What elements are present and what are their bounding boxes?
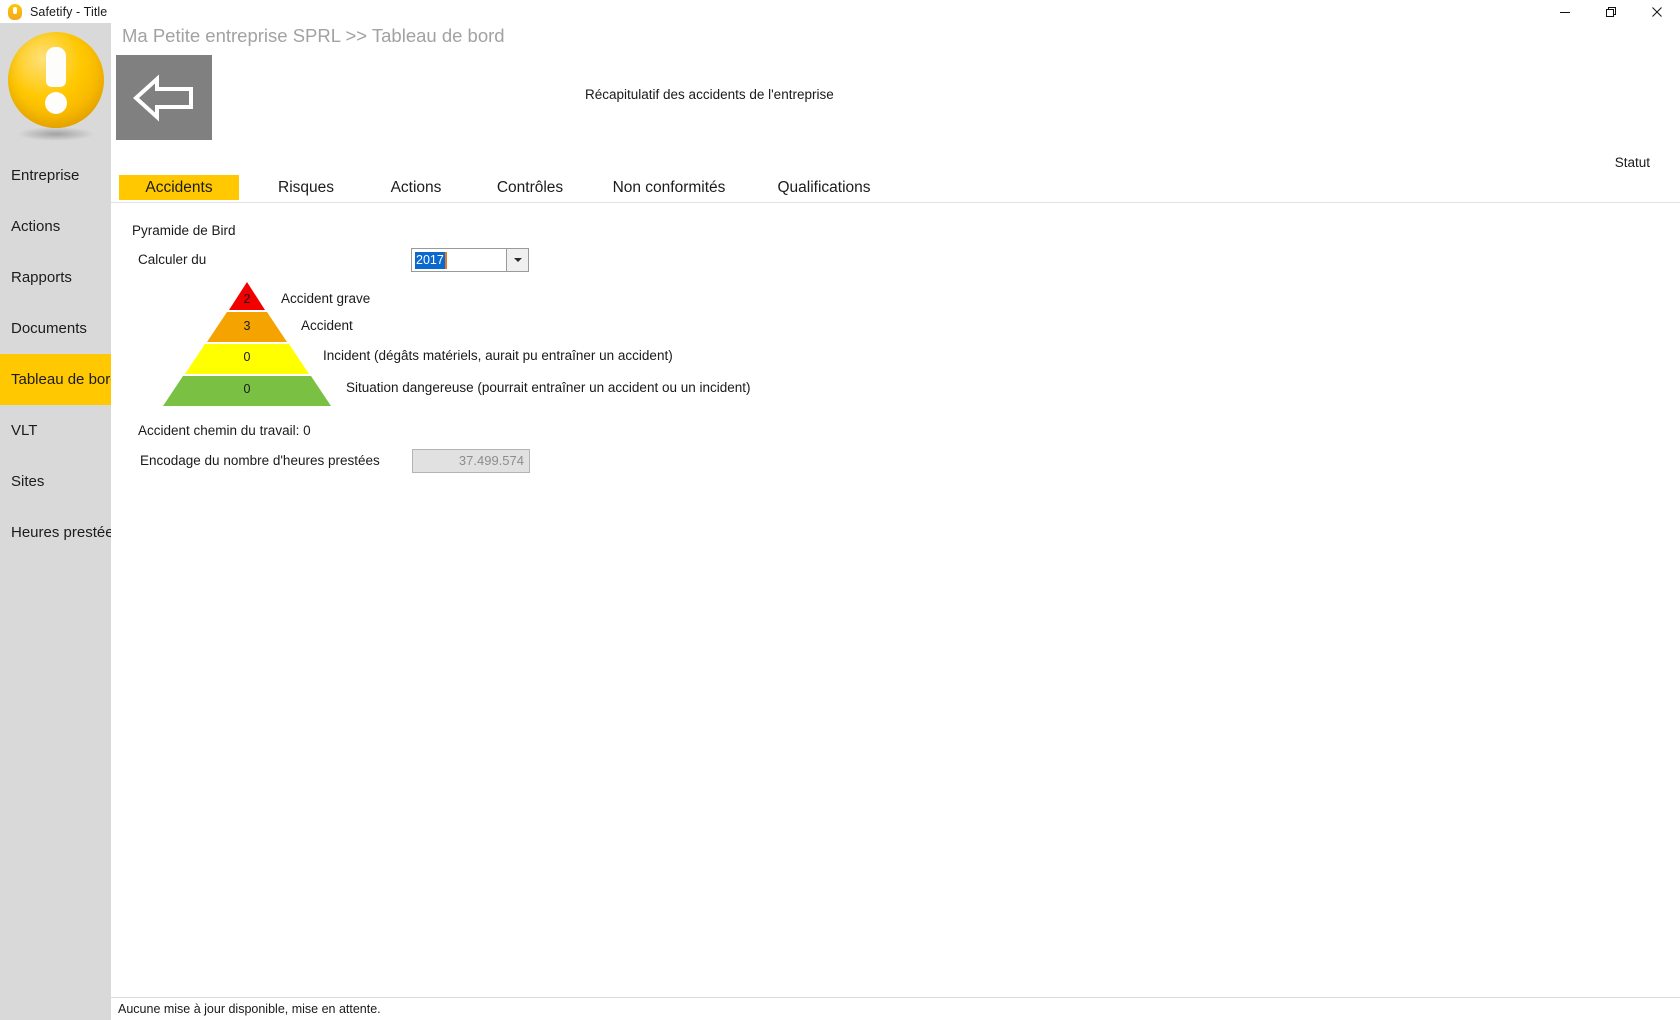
status-label: Statut [1614, 155, 1650, 170]
breadcrumb: Ma Petite entreprise SPRL >> Tableau de … [122, 25, 505, 46]
tab-non-conformites[interactable]: Non conformités [589, 175, 749, 200]
hours-worked-field[interactable]: 37.499.574 [412, 449, 530, 473]
chevron-down-icon[interactable] [507, 248, 529, 272]
page-title: Récapitulatif des accidents de l'entrepr… [585, 87, 834, 102]
tab-label: Accidents [145, 179, 213, 196]
accidents-panel: Pyramide de Bird Calculer du 2017 2 3 0 … [111, 203, 1680, 940]
pyramid-tier-3 [185, 344, 309, 374]
sidebar-item-entreprise[interactable]: Entreprise [0, 150, 111, 201]
minimize-icon[interactable] [1542, 0, 1588, 23]
tab-label: Risques [278, 179, 334, 196]
sidebar-item-label: Documents [11, 320, 87, 337]
tab-risques[interactable]: Risques [251, 175, 361, 200]
pyramid-tier-2 [207, 312, 287, 342]
pyramid-tier-4-label: Situation dangereuse (pourrait entraîner… [346, 380, 751, 395]
pyramid-tier-1 [229, 282, 265, 310]
sidebar-item-label: VLT [11, 422, 38, 439]
tab-controles[interactable]: Contrôles [471, 175, 589, 200]
sidebar-item-rapports[interactable]: Rapports [0, 252, 111, 303]
safetify-logo [0, 23, 111, 150]
sidebar-item-label: Rapports [11, 269, 72, 286]
sidebar-item-actions[interactable]: Actions [0, 201, 111, 252]
pyramid-tier-1-label: Accident grave [281, 291, 371, 306]
tab-actions[interactable]: Actions [361, 175, 471, 200]
text-caret [444, 251, 447, 269]
sidebar-item-vlt[interactable]: VLT [0, 405, 111, 456]
hours-worked-label: Encodage du nombre d'heures prestées [140, 453, 380, 468]
tab-label: Non conformités [612, 179, 726, 196]
sidebar-item-label: Heures prestées [11, 524, 111, 541]
application-window: Safetify - Title Entreprise Actions Rapp… [0, 0, 1680, 1020]
pyramid-heading: Pyramide de Bird [132, 223, 236, 238]
tab-label: Qualifications [777, 179, 871, 196]
app-logo-icon [7, 3, 23, 20]
sidebar-item-label: Sites [11, 473, 45, 490]
status-bar-message: Aucune mise à jour disponible, mise en a… [118, 1002, 381, 1016]
window-controls [1542, 0, 1680, 23]
commute-accident-line: Accident chemin du travail: 0 [138, 423, 311, 438]
sidebar-item-tableau-de-bord[interactable]: Tableau de bord [0, 354, 111, 405]
close-icon[interactable] [1634, 0, 1680, 23]
year-input[interactable]: 2017 [411, 248, 507, 272]
title-bar: Safetify - Title [0, 0, 1680, 23]
sidebar-item-label: Actions [11, 218, 61, 235]
maximize-icon[interactable] [1588, 0, 1634, 23]
sidebar-item-heures-prestees[interactable]: Heures prestées [0, 507, 111, 558]
sidebar: Entreprise Actions Rapports Documents Ta… [0, 23, 111, 1020]
sidebar-item-documents[interactable]: Documents [0, 303, 111, 354]
status-bar: Aucune mise à jour disponible, mise en a… [111, 997, 1680, 1020]
year-combobox[interactable]: 2017 [411, 248, 529, 272]
back-button[interactable] [116, 55, 212, 140]
year-value: 2017 [415, 251, 445, 269]
pyramid-tier-4 [163, 376, 331, 406]
tab-qualifications[interactable]: Qualifications [749, 175, 899, 200]
tab-accidents[interactable]: Accidents [119, 175, 239, 200]
sidebar-item-sites[interactable]: Sites [0, 456, 111, 507]
tab-label: Contrôles [496, 179, 564, 196]
pyramid-tier-3-label: Incident (dégâts matériels, aurait pu en… [323, 348, 673, 363]
main-content: Ma Petite entreprise SPRL >> Tableau de … [111, 23, 1680, 1020]
bird-pyramid-chart: 2 3 0 0 Accident grave Accident Incident… [141, 280, 751, 410]
calculate-from-label: Calculer du [138, 252, 207, 267]
pyramid-tier-2-label: Accident [301, 318, 353, 333]
sidebar-item-label: Entreprise [11, 167, 80, 184]
sidebar-item-label: Tableau de bord [11, 371, 111, 388]
tab-label: Actions [390, 179, 442, 196]
window-title: Safetify - Title [30, 4, 108, 19]
back-arrow-icon [133, 73, 193, 122]
tab-bar: Accidents Risques Actions Contrôles Non … [111, 175, 1680, 202]
